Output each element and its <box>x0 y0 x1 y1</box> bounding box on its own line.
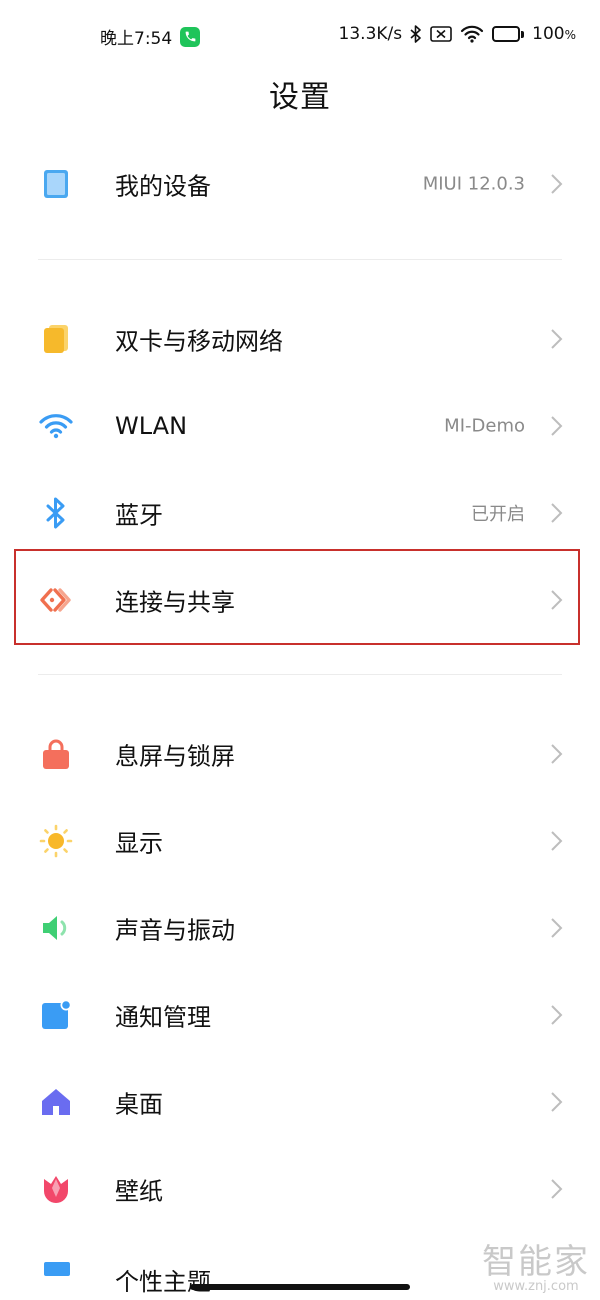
row-connect-share[interactable]: 连接与共享 <box>0 556 600 643</box>
row-sound[interactable]: 声音与振动 <box>0 884 600 971</box>
row-notifications[interactable]: 通知管理 <box>0 971 600 1058</box>
tablet-icon <box>38 166 74 202</box>
row-wlan[interactable]: WLAN MI-Demo <box>0 382 600 469</box>
wifi-icon <box>38 408 74 444</box>
status-left: 晚上7:54 <box>100 24 201 49</box>
chevron-right-icon <box>551 589 563 610</box>
speaker-icon <box>38 910 74 946</box>
bluetooth-status-icon <box>410 25 422 43</box>
row-value: MIUI 12.0.3 <box>422 173 525 194</box>
row-label: 桌面 <box>115 1090 163 1118</box>
row-label: 我的设备 <box>115 172 211 200</box>
row-value: MI-Demo <box>444 415 525 436</box>
status-right: 13.3K/s 100% <box>339 24 576 44</box>
page-title: 设置 <box>269 80 331 115</box>
row-label: 壁纸 <box>115 1177 163 1205</box>
row-label: 通知管理 <box>115 1003 211 1031</box>
row-value: 已开启 <box>471 503 525 525</box>
lock-icon <box>38 736 74 772</box>
watermark: 智能家 www.znj.com <box>482 1234 590 1294</box>
row-label: 连接与共享 <box>115 588 235 616</box>
section-divider <box>38 259 562 260</box>
chevron-right-icon <box>551 1091 563 1112</box>
row-wallpaper[interactable]: 壁纸 <box>0 1145 600 1232</box>
watermark-url: www.znj.com <box>493 1279 579 1294</box>
section-divider <box>38 674 562 675</box>
chevron-right-icon <box>551 1004 563 1025</box>
net-speed: 13.3K/s <box>338 24 403 44</box>
chevron-right-icon <box>551 830 563 851</box>
wifi-status-icon <box>460 25 484 43</box>
battery-unit: % <box>564 28 576 42</box>
home-icon <box>38 1084 74 1120</box>
chevron-right-icon <box>551 328 563 349</box>
watermark-text: 智能家 <box>482 1242 590 1282</box>
row-home-screen[interactable]: 桌面 <box>0 1058 600 1145</box>
chevron-right-icon <box>551 1178 563 1199</box>
row-label: 声音与振动 <box>115 916 235 944</box>
chevron-right-icon <box>551 502 563 523</box>
notification-icon <box>38 997 74 1033</box>
status-time: 晚上7:54 <box>100 29 173 49</box>
chevron-right-icon <box>551 415 563 436</box>
row-label: WLAN <box>115 411 188 440</box>
row-label: 个性主题 <box>115 1268 211 1296</box>
settings-screen: 晚上7:54 13.3K/s 100% 设置 我的设备 MIUI 12.0.3 … <box>0 0 600 1300</box>
row-my-device[interactable]: 我的设备 MIUI 12.0.3 <box>0 140 600 227</box>
no-sim-icon <box>430 26 452 42</box>
sim-card-icon <box>38 321 74 357</box>
row-label: 息屏与锁屏 <box>115 742 235 770</box>
tulip-icon <box>38 1171 74 1207</box>
chevron-right-icon <box>551 173 563 194</box>
row-lock-screen[interactable]: 息屏与锁屏 <box>0 710 600 797</box>
row-label: 显示 <box>115 829 163 857</box>
row-label: 蓝牙 <box>115 501 163 529</box>
sun-icon <box>38 823 74 859</box>
battery-percent: 100 <box>532 24 565 44</box>
theme-icon <box>44 1262 70 1276</box>
share-connect-icon <box>38 582 74 618</box>
battery-icon <box>492 26 525 42</box>
call-icon <box>180 26 201 47</box>
row-label: 双卡与移动网络 <box>115 327 283 355</box>
bluetooth-icon <box>38 495 74 531</box>
row-display[interactable]: 显示 <box>0 797 600 884</box>
chevron-right-icon <box>551 917 563 938</box>
chevron-right-icon <box>551 743 563 764</box>
row-sim-mobile[interactable]: 双卡与移动网络 <box>0 295 600 382</box>
row-bluetooth[interactable]: 蓝牙 已开启 <box>0 469 600 556</box>
battery-text: 100% <box>532 24 576 44</box>
home-indicator[interactable] <box>190 1284 410 1290</box>
status-bar: 晚上7:54 13.3K/s 100% <box>0 0 600 70</box>
